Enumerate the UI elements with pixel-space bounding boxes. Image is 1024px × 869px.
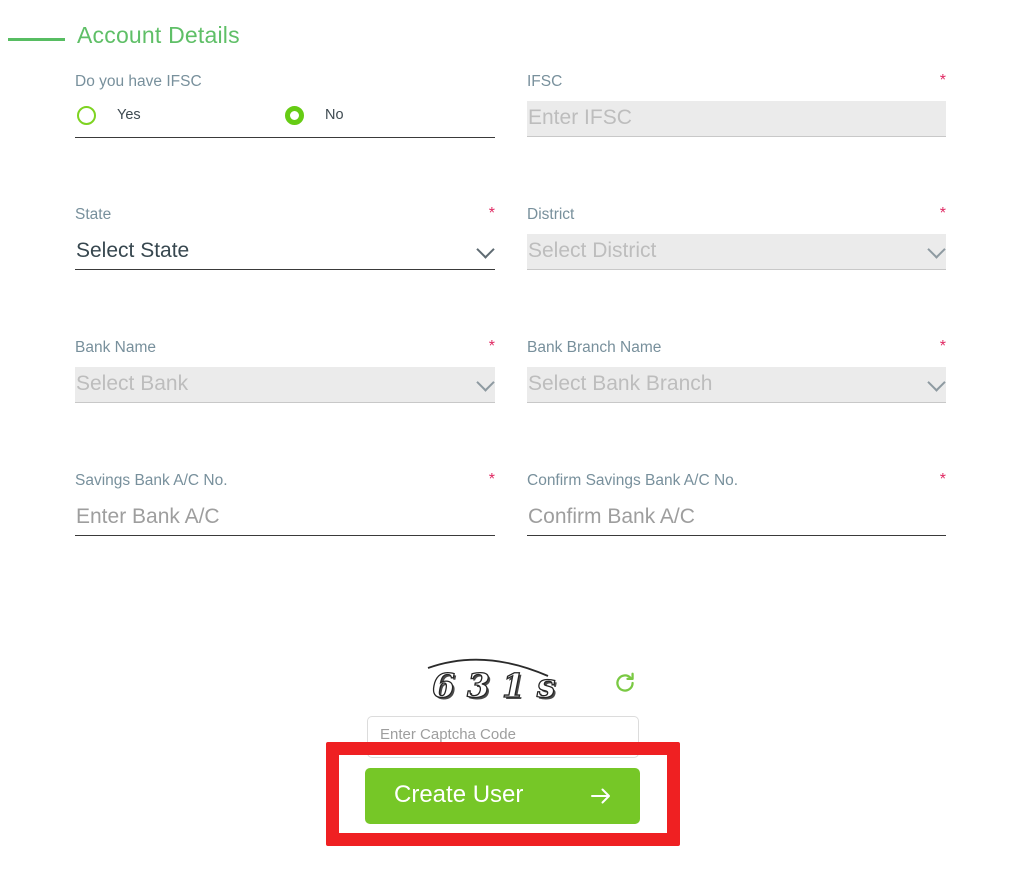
required-marker: * [939,471,946,488]
field-label: * Savings Bank A/C No. [75,471,495,491]
field-district: * District Select District [527,205,946,270]
label-text: Confirm Savings Bank A/C No. [527,472,739,489]
captcha-image: 631s [424,654,576,706]
field-bank-name: * Bank Name Select Bank [75,338,495,403]
field-ifsc: * IFSC Enter IFSC [527,72,946,137]
field-confirm-savings-account: * Confirm Savings Bank A/C No. Confirm B… [527,471,946,536]
label-text: District [527,206,575,223]
radio-option-label: No [325,107,344,123]
chevron-down-icon[interactable] [927,240,946,259]
radio-option-label: Yes [117,107,141,123]
field-savings-account: * Savings Bank A/C No. Enter Bank A/C [75,471,495,536]
required-marker: * [939,338,946,355]
required-marker: * [939,205,946,222]
radio-checked-icon[interactable] [285,105,304,125]
district-select[interactable]: Select District [527,234,946,270]
label-text: IFSC [527,73,563,90]
field-label: * District [527,205,946,225]
bank-branch-select[interactable]: Select Bank Branch [527,367,946,403]
create-user-button[interactable]: Create User [365,768,640,824]
chevron-down-icon[interactable] [927,373,946,392]
required-marker: * [488,471,495,488]
required-marker: * [488,205,495,222]
select-value: Select District [528,239,657,262]
label-text: Savings Bank A/C No. [75,472,228,489]
input-placeholder: Confirm Bank A/C [528,505,695,528]
section-header: Account Details [0,22,1024,56]
required-marker: * [939,72,946,89]
radio-unchecked-icon[interactable] [77,105,96,125]
radio-option-no[interactable]: No [285,103,344,127]
label-text: Do you have IFSC [75,73,202,90]
select-value: Select Bank [76,372,189,395]
input-placeholder: Enter IFSC [528,106,632,129]
confirm-savings-account-input[interactable]: Confirm Bank A/C [527,500,946,536]
field-label: Do you have IFSC [75,72,495,92]
field-label: * State [75,205,495,225]
select-value: Select State [76,239,190,262]
captcha-input[interactable]: Enter Captcha Code [367,716,639,758]
create-user-label: Create User [394,781,524,808]
input-placeholder: Enter Captcha Code [380,726,516,743]
input-placeholder: Enter Bank A/C [76,505,220,528]
select-value: Select Bank Branch [528,372,713,395]
field-bank-branch-name: * Bank Branch Name Select Bank Branch [527,338,946,403]
chevron-down-icon[interactable] [476,373,495,392]
label-text: State [75,206,112,223]
savings-account-input[interactable]: Enter Bank A/C [75,500,495,536]
captcha-code: 631s [431,665,568,705]
state-select[interactable]: Select State [75,234,495,270]
label-text: Bank Branch Name [527,339,662,356]
required-marker: * [488,338,495,355]
field-state: * State Select State [75,205,495,270]
field-label: * Bank Branch Name [527,338,946,358]
section-dash-icon [8,38,65,41]
radio-option-yes[interactable]: Yes [77,103,141,127]
label-text: Bank Name [75,339,156,356]
chevron-down-icon[interactable] [476,240,495,259]
field-label: * IFSC [527,72,946,92]
bank-name-select[interactable]: Select Bank [75,367,495,403]
field-label: * Bank Name [75,338,495,358]
refresh-icon[interactable] [612,670,638,696]
arrow-right-icon [591,788,610,804]
field-label: * Confirm Savings Bank A/C No. [527,471,946,491]
page-title: Account Details [77,22,240,48]
field-ifsc-question: Do you have IFSC Yes No [75,72,495,138]
radio-group-has-ifsc[interactable]: Yes No [75,101,495,138]
captcha-section: 631s [0,648,1024,718]
ifsc-input[interactable]: Enter IFSC [527,101,946,137]
